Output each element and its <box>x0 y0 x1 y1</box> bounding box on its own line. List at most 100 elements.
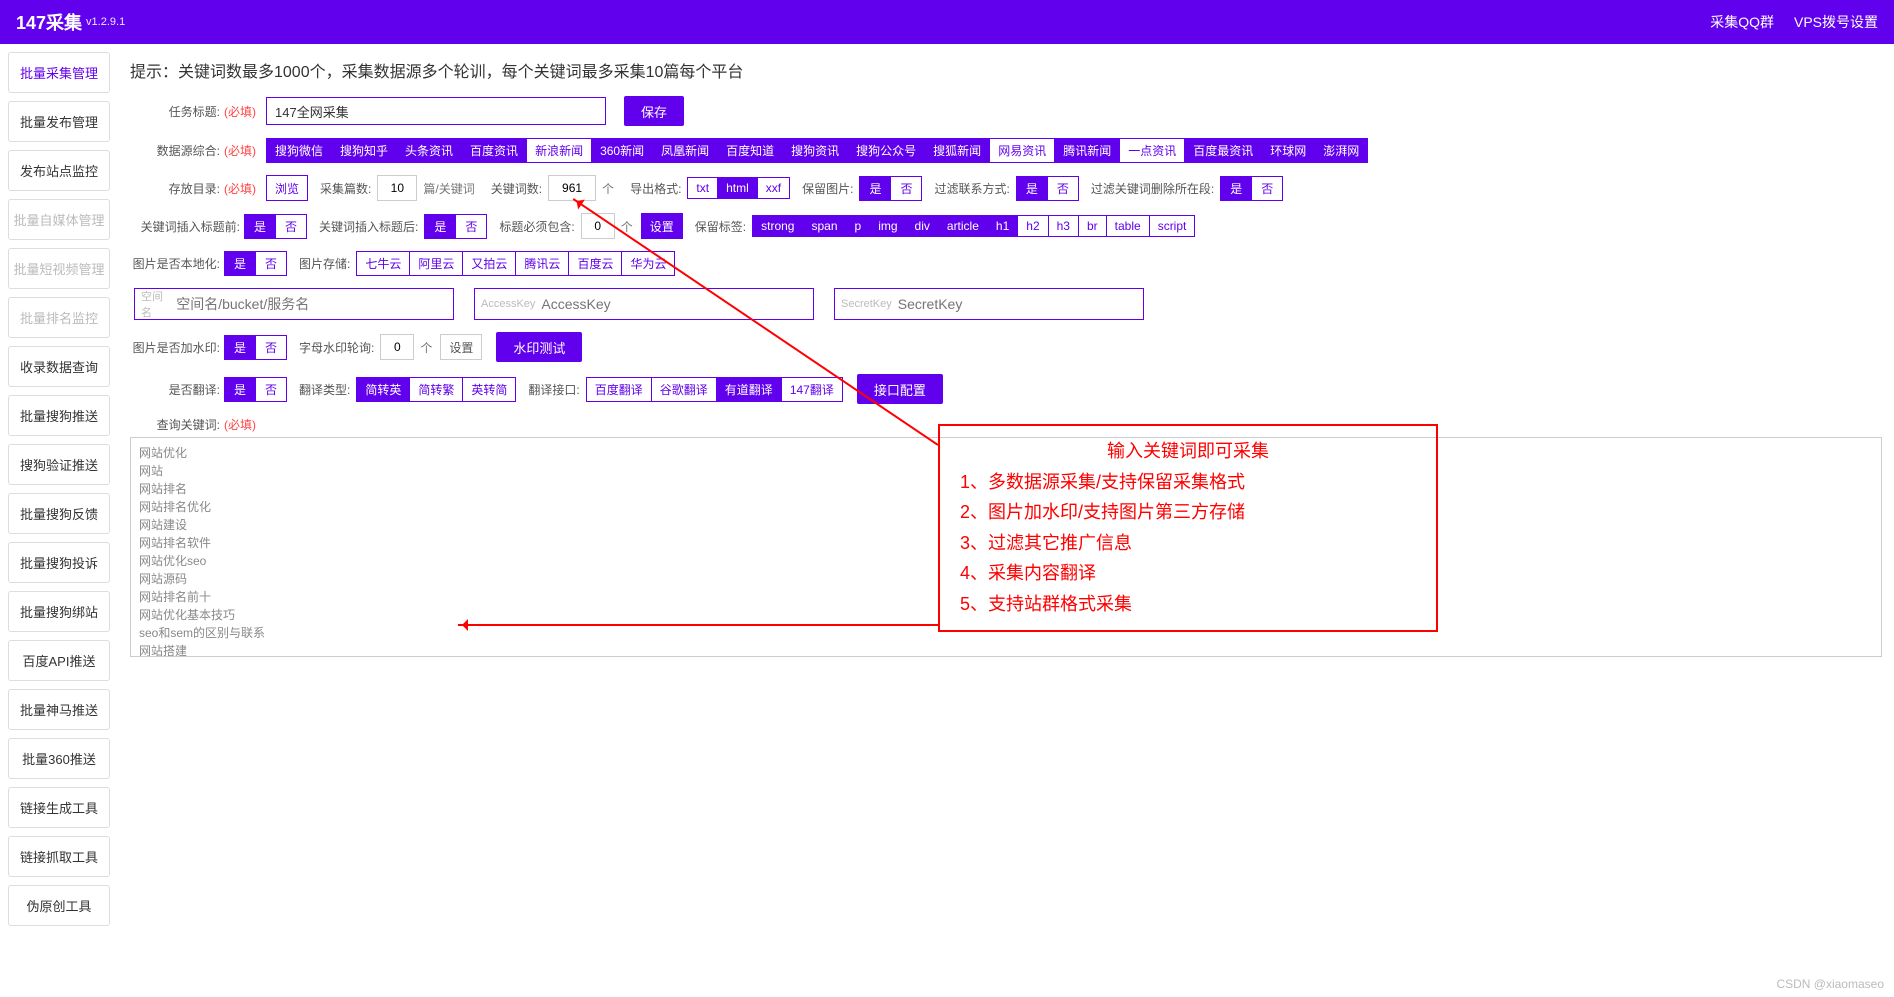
chip[interactable]: 环球网 <box>1262 138 1315 163</box>
secretkey-input[interactable] <box>898 296 1137 312</box>
il-no[interactable]: 否 <box>256 251 287 276</box>
chip[interactable]: h2 <box>1018 215 1048 237</box>
chip[interactable]: 又拍云 <box>463 251 516 276</box>
vps-settings-link[interactable]: VPS拨号设置 <box>1794 12 1878 32</box>
wm-yes[interactable]: 是 <box>224 335 256 360</box>
trans-label: 是否翻译: <box>130 381 220 398</box>
ia-no[interactable]: 否 <box>456 214 487 239</box>
chip[interactable]: 头条资讯 <box>397 138 462 163</box>
chip[interactable]: html <box>718 177 758 199</box>
keywords-textarea[interactable] <box>130 437 1882 657</box>
chip[interactable]: 有道翻译 <box>717 377 782 402</box>
chip[interactable]: 谷歌翻译 <box>652 377 717 402</box>
sidebar-item[interactable]: 百度API推送 <box>8 640 110 681</box>
chip[interactable]: 一点资讯 <box>1120 138 1185 163</box>
chip[interactable]: 凤凰新闻 <box>653 138 718 163</box>
chip[interactable]: xxf <box>758 177 790 199</box>
chip[interactable]: br <box>1079 215 1107 237</box>
sources-label: 数据源综合: <box>130 142 220 159</box>
must-set-button[interactable]: 设置 <box>641 213 683 239</box>
wm-test-button[interactable]: 水印测试 <box>496 332 582 362</box>
chip[interactable]: 搜狗知乎 <box>332 138 397 163</box>
chip[interactable]: 简转英 <box>356 377 410 402</box>
count-input[interactable] <box>377 175 417 201</box>
browse-button[interactable]: 浏览 <box>266 175 308 201</box>
chip[interactable]: 网易资讯 <box>990 138 1055 163</box>
sidebar-item[interactable]: 批量搜狗绑站 <box>8 591 110 632</box>
sidebar-item[interactable]: 批量360推送 <box>8 738 110 779</box>
chip[interactable]: article <box>939 215 988 237</box>
chip[interactable]: p <box>847 215 871 237</box>
chip[interactable]: div <box>907 215 939 237</box>
sidebar-item[interactable]: 批量发布管理 <box>8 101 110 142</box>
imglocal-label: 图片是否本地化: <box>130 255 220 272</box>
chip[interactable]: 英转简 <box>463 377 516 402</box>
il-yes[interactable]: 是 <box>224 251 256 276</box>
sidebar-item[interactable]: 搜狗验证推送 <box>8 444 110 485</box>
sidebar-item[interactable]: 批量采集管理 <box>8 52 110 93</box>
sidebar-item[interactable]: 链接生成工具 <box>8 787 110 828</box>
ib-yes[interactable]: 是 <box>244 214 276 239</box>
sidebar-item[interactable]: 批量搜狗投诉 <box>8 542 110 583</box>
fk-no[interactable]: 否 <box>1252 176 1283 201</box>
fc-no[interactable]: 否 <box>1048 176 1079 201</box>
chip[interactable]: 360新闻 <box>592 138 653 163</box>
chip[interactable]: 腾讯云 <box>516 251 569 276</box>
chip[interactable]: 腾讯新闻 <box>1055 138 1120 163</box>
sidebar-item[interactable]: 伪原创工具 <box>8 885 110 926</box>
trans-yes[interactable]: 是 <box>224 377 256 402</box>
wm-rotate-input[interactable] <box>380 334 414 360</box>
sidebar-item[interactable]: 链接抓取工具 <box>8 836 110 877</box>
chip[interactable]: 澎湃网 <box>1315 138 1368 163</box>
tip-text: 提示：关键词数最多1000个，采集数据源多个轮训，每个关键词最多采集10篇每个平… <box>130 58 1882 82</box>
chip[interactable]: strong <box>752 215 803 237</box>
keepimg-no[interactable]: 否 <box>891 176 922 201</box>
chip[interactable]: h3 <box>1049 215 1079 237</box>
wm-no[interactable]: 否 <box>256 335 287 360</box>
ib-no[interactable]: 否 <box>276 214 307 239</box>
chip[interactable]: 搜狗微信 <box>266 138 332 163</box>
qq-group-link[interactable]: 采集QQ群 <box>1710 12 1774 32</box>
chip[interactable]: 新浪新闻 <box>527 138 592 163</box>
fc-yes[interactable]: 是 <box>1016 176 1048 201</box>
accesskey-input[interactable] <box>541 296 807 312</box>
chip[interactable]: 百度翻译 <box>586 377 652 402</box>
chip[interactable]: 七牛云 <box>356 251 410 276</box>
chip[interactable]: 百度知道 <box>718 138 783 163</box>
chip[interactable]: img <box>870 215 906 237</box>
chip[interactable]: 百度资讯 <box>462 138 527 163</box>
fmt-label: 导出格式: <box>630 180 681 197</box>
wm-set-button[interactable]: 设置 <box>440 334 482 360</box>
fk-yes[interactable]: 是 <box>1220 176 1252 201</box>
chip[interactable]: 百度云 <box>569 251 622 276</box>
sidebar-item[interactable]: 收录数据查询 <box>8 346 110 387</box>
chip[interactable]: 搜狗资讯 <box>783 138 848 163</box>
must-contain-input[interactable] <box>581 213 615 239</box>
filterkw-toggle: 是 否 <box>1220 176 1283 201</box>
chip[interactable]: 搜狗公众号 <box>848 138 925 163</box>
save-button[interactable]: 保存 <box>624 96 684 126</box>
chip[interactable]: h1 <box>988 215 1018 237</box>
space-input[interactable] <box>176 296 447 312</box>
chip[interactable]: 阿里云 <box>410 251 463 276</box>
task-title-input[interactable] <box>266 97 606 125</box>
chip[interactable]: script <box>1150 215 1196 237</box>
sidebar-item[interactable]: 批量搜狗推送 <box>8 395 110 436</box>
chip[interactable]: table <box>1107 215 1150 237</box>
tags-chipgroup: strongspanpimgdivarticleh1h2h3brtablescr… <box>752 215 1195 237</box>
sidebar-item[interactable]: 批量搜狗反馈 <box>8 493 110 534</box>
chip[interactable]: span <box>803 215 846 237</box>
chip[interactable]: 搜狐新闻 <box>925 138 990 163</box>
kwnum-input[interactable] <box>548 175 596 201</box>
chip[interactable]: txt <box>687 177 718 199</box>
trans-no[interactable]: 否 <box>256 377 287 402</box>
sidebar-item[interactable]: 发布站点监控 <box>8 150 110 191</box>
trans-config-button[interactable]: 接口配置 <box>857 374 943 404</box>
chip[interactable]: 简转繁 <box>410 377 463 402</box>
sidebar-item[interactable]: 批量神马推送 <box>8 689 110 730</box>
chip[interactable]: 华为云 <box>622 251 675 276</box>
ia-yes[interactable]: 是 <box>424 214 456 239</box>
chip[interactable]: 147翻译 <box>782 377 843 402</box>
keepimg-yes[interactable]: 是 <box>859 176 891 201</box>
chip[interactable]: 百度最资讯 <box>1185 138 1262 163</box>
